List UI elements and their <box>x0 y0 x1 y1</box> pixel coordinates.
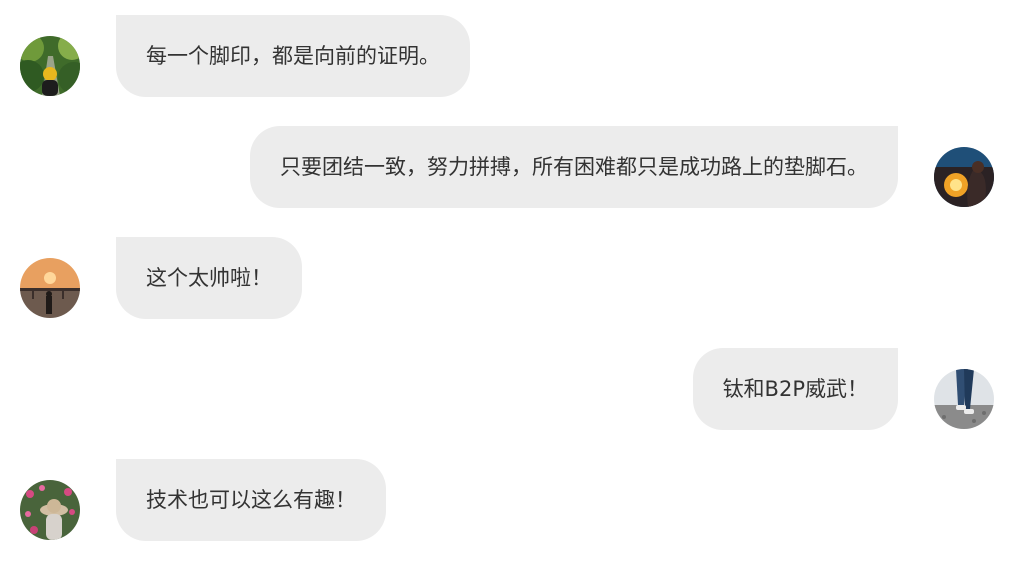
message-bubble[interactable]: 钛和B2P威武！ <box>692 348 898 430</box>
message-bubble[interactable]: 技术也可以这么有趣！ <box>116 459 386 541</box>
avatar-fire-night[interactable] <box>934 147 994 207</box>
avatar-forest-path[interactable] <box>20 36 80 96</box>
sunset-bridge-avatar-image <box>20 258 80 318</box>
fire-night-avatar-image <box>934 147 994 207</box>
message-row-4: 钛和B2P威武！ <box>0 348 1026 430</box>
avatar-sunset-bridge[interactable] <box>20 258 80 318</box>
message-row-2: 只要团结一致，努力拼搏，所有困难都只是成功路上的垫脚石。 <box>0 126 1026 208</box>
chat-thread: 每一个脚印，都是向前的证明。 只要团结一致，努力拼搏，所有困难都只是成功路上的垫… <box>0 0 1026 561</box>
message-row-3: 这个太帅啦！ <box>0 237 1026 319</box>
message-row-1: 每一个脚印，都是向前的证明。 <box>0 15 1026 97</box>
flowers-hat-avatar-image <box>20 480 80 540</box>
message-row-5: 技术也可以这么有趣！ <box>0 459 1026 541</box>
walking-legs-avatar-image <box>934 369 994 429</box>
avatar-walking-legs[interactable] <box>934 369 994 429</box>
forest-path-avatar-image <box>20 36 80 96</box>
avatar-flowers-hat[interactable] <box>20 480 80 540</box>
message-bubble[interactable]: 这个太帅啦！ <box>116 237 302 319</box>
message-bubble[interactable]: 只要团结一致，努力拼搏，所有困难都只是成功路上的垫脚石。 <box>250 126 898 208</box>
message-bubble[interactable]: 每一个脚印，都是向前的证明。 <box>116 15 470 97</box>
